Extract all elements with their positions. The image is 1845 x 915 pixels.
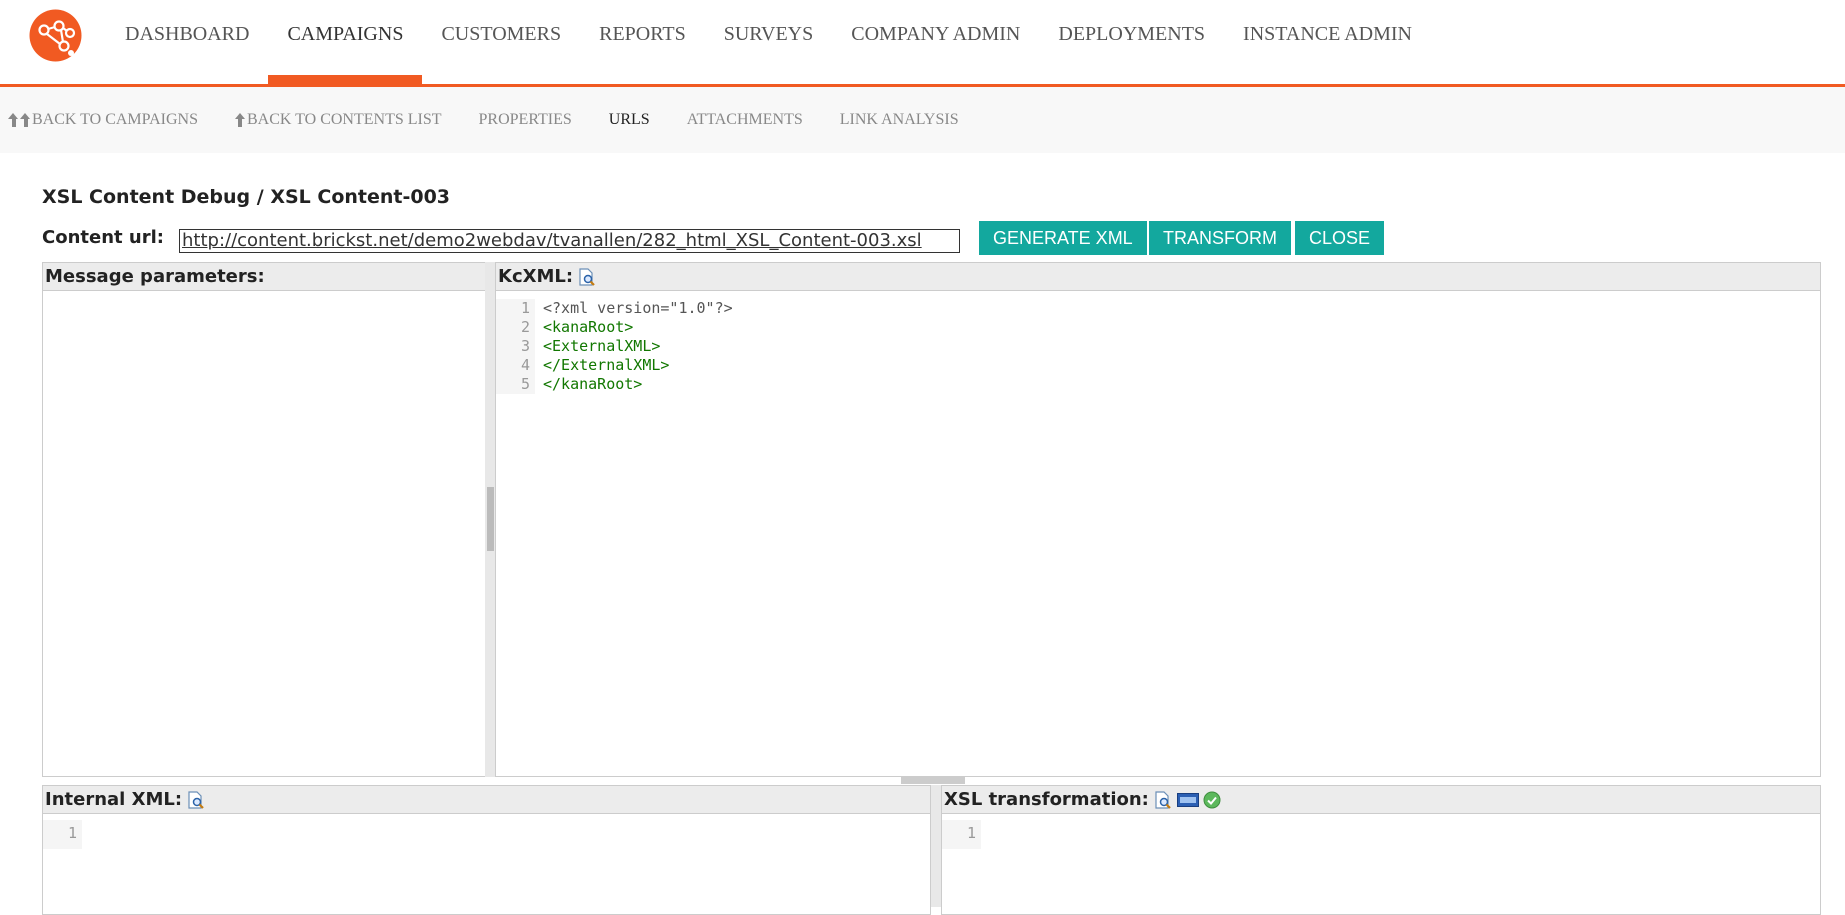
kcxml-editor[interactable]: 1 2 3 4 5 <?xml version="1.0"?> <kanaRoo… xyxy=(496,291,1820,776)
internal-xml-panel: Internal XML: 1 xyxy=(42,785,931,915)
internal-xml-editor[interactable]: 1 xyxy=(43,814,930,914)
line-gutter: 1 2 3 4 5 xyxy=(496,299,535,394)
arrow-up-icon xyxy=(234,113,246,127)
bottom-vertical-splitter[interactable] xyxy=(931,785,941,907)
tab-link-analysis[interactable]: LINK ANALYSIS xyxy=(840,111,959,129)
line-number: 1 xyxy=(67,824,77,842)
line-gutter: 1 xyxy=(942,820,981,849)
preview-icon[interactable] xyxy=(577,267,597,287)
main-nav: DASHBOARD CAMPAIGNS CUSTOMERS REPORTS SU… xyxy=(106,0,1431,84)
page-title: XSL Content Debug / XSL Content-003 xyxy=(42,186,451,208)
xsl-transformation-editor[interactable]: 1 xyxy=(942,814,1820,914)
nav-deployments[interactable]: DEPLOYMENTS xyxy=(1039,0,1224,84)
xsl-transformation-panel: XSL transformation: 1 xyxy=(941,785,1821,915)
line-gutter: 1 xyxy=(43,820,82,849)
kcxml-title: KcXML: xyxy=(498,266,574,287)
internal-xml-header: Internal XML: xyxy=(43,786,930,814)
nav-dashboard[interactable]: DASHBOARD xyxy=(106,0,268,84)
code-line: <?xml version="1.0"?> xyxy=(543,299,733,317)
message-parameters-panel: Message parameters: xyxy=(42,262,487,777)
line-number: 5 xyxy=(520,375,530,393)
content-url-input[interactable]: http://content.brickst.net/demo2webdav/t… xyxy=(179,229,960,253)
nav-instance-admin[interactable]: INSTANCE ADMIN xyxy=(1224,0,1431,84)
xsl-transformation-title: XSL transformation: xyxy=(944,789,1149,810)
nav-customers[interactable]: CUSTOMERS xyxy=(422,0,580,84)
tab-properties[interactable]: PROPERTIES xyxy=(479,111,572,129)
html-icon[interactable] xyxy=(1176,792,1199,807)
code-line: <kanaRoot> xyxy=(543,318,634,336)
vertical-splitter-handle[interactable] xyxy=(487,487,494,551)
nav-reports[interactable]: REPORTS xyxy=(580,0,705,84)
nav-company-admin[interactable]: COMPANY ADMIN xyxy=(832,0,1039,84)
logo-icon[interactable] xyxy=(29,9,82,62)
xsl-transformation-header: XSL transformation: xyxy=(942,786,1820,814)
horizontal-splitter-handle[interactable] xyxy=(901,777,965,784)
arrow-up-icon xyxy=(8,113,19,127)
nav-surveys[interactable]: SURVEYS xyxy=(705,0,833,84)
back-to-campaigns-label: BACK TO CAMPAIGNS xyxy=(32,111,198,128)
line-number: 2 xyxy=(520,318,530,336)
tab-attachments[interactable]: ATTACHMENTS xyxy=(687,111,803,129)
line-number: 1 xyxy=(520,299,530,317)
code-lines: <?xml version="1.0"?> <kanaRoot> <Extern… xyxy=(543,299,733,394)
back-to-campaigns-link[interactable]: BACK TO CAMPAIGNS xyxy=(8,111,198,129)
arrow-up-icon xyxy=(20,113,31,127)
kcxml-panel: KcXML: 1 2 3 4 5 <?xml version="1.0"?> <… xyxy=(495,262,1821,777)
preview-icon[interactable] xyxy=(186,790,206,810)
message-parameters-header: Message parameters: xyxy=(43,263,486,291)
preview-icon[interactable] xyxy=(1153,790,1173,810)
back-to-contents-link[interactable]: BACK TO CONTENTS LIST xyxy=(234,111,442,129)
line-number: 4 xyxy=(520,356,530,374)
code-line: <ExternalXML> xyxy=(543,337,661,355)
check-icon[interactable] xyxy=(1203,791,1221,809)
code-line: </ExternalXML> xyxy=(543,356,670,374)
line-number: 1 xyxy=(966,824,976,842)
content-url-label: Content url: xyxy=(42,227,164,248)
nav-campaigns[interactable]: CAMPAIGNS xyxy=(268,0,423,84)
tab-urls[interactable]: URLS xyxy=(609,111,650,129)
back-to-contents-label: BACK TO CONTENTS LIST xyxy=(246,111,442,128)
transform-button[interactable]: TRANSFORM xyxy=(1149,221,1291,255)
kcxml-header: KcXML: xyxy=(496,263,1820,291)
sub-navigation: BACK TO CAMPAIGNS BACK TO CONTENTS LIST … xyxy=(0,87,1845,153)
internal-xml-title: Internal XML: xyxy=(45,789,183,810)
line-number: 3 xyxy=(520,337,530,355)
message-parameters-title: Message parameters: xyxy=(45,266,265,287)
close-button[interactable]: CLOSE xyxy=(1295,221,1385,255)
code-line: </kanaRoot> xyxy=(543,375,643,393)
top-navigation: DASHBOARD CAMPAIGNS CUSTOMERS REPORTS SU… xyxy=(0,0,1845,87)
generate-xml-button[interactable]: GENERATE XML xyxy=(979,221,1147,255)
